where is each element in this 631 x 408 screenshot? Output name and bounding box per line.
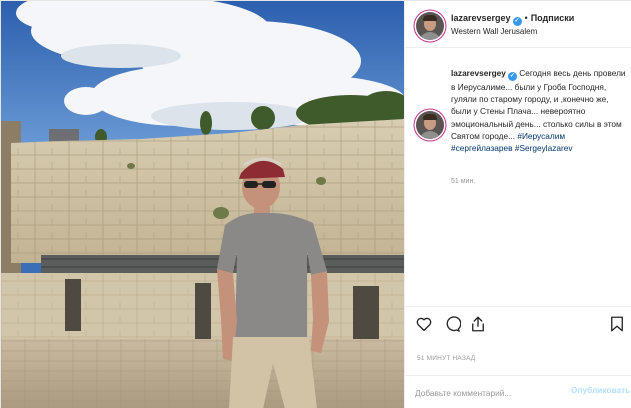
western-wall-photo (1, 1, 404, 408)
comment-bar: Опубликовать (405, 375, 631, 408)
location-link[interactable]: Western Wall Jerusalem (451, 27, 537, 36)
follow-button[interactable]: Подписки (531, 13, 575, 23)
caption-avatar[interactable] (416, 111, 444, 139)
hashtag-link[interactable]: #Sergeylazarev (515, 143, 573, 153)
publish-button[interactable]: Опубликовать (571, 385, 630, 395)
verified-badge-icon: ✓ (507, 72, 517, 81)
post-side-panel: lazarevsergey ✓ • Подписки Western Wall Jer… (404, 1, 631, 408)
caption-username[interactable]: lazarevsergey (451, 68, 506, 78)
share-icon[interactable] (469, 315, 487, 333)
action-bar (405, 306, 631, 342)
caption-time[interactable]: 51 мин. (451, 178, 475, 185)
comment-icon[interactable] (443, 315, 461, 333)
avatar[interactable] (416, 12, 444, 40)
caption-text: lazarevsergey ✓ Сегодня весь день провели… (451, 67, 626, 154)
verified-badge-icon: ✓ (512, 17, 522, 26)
hashtag-link[interactable]: #Иерусалим (517, 131, 565, 141)
posted-time[interactable]: 51 МИНУТ НАЗАД (417, 355, 475, 362)
heart-icon[interactable] (415, 315, 433, 333)
post-photo[interactable] (1, 1, 404, 408)
comment-input[interactable] (415, 385, 555, 401)
instagram-post: lazarevsergey ✓ • Подписки Western Wall Jer… (0, 0, 631, 408)
hashtag-link[interactable]: #сергейлазарев (451, 143, 513, 153)
caption-block: lazarevsergey ✓ Сегодня весь день провели… (405, 59, 631, 299)
bookmark-icon[interactable] (608, 315, 626, 333)
username-link[interactable]: lazarevsergey (451, 13, 511, 23)
separator-dot: • (524, 13, 528, 23)
post-header: lazarevsergey ✓ • Подписки Western Wall Jer… (405, 1, 631, 48)
header-line: lazarevsergey ✓ • Подписки (451, 13, 574, 26)
